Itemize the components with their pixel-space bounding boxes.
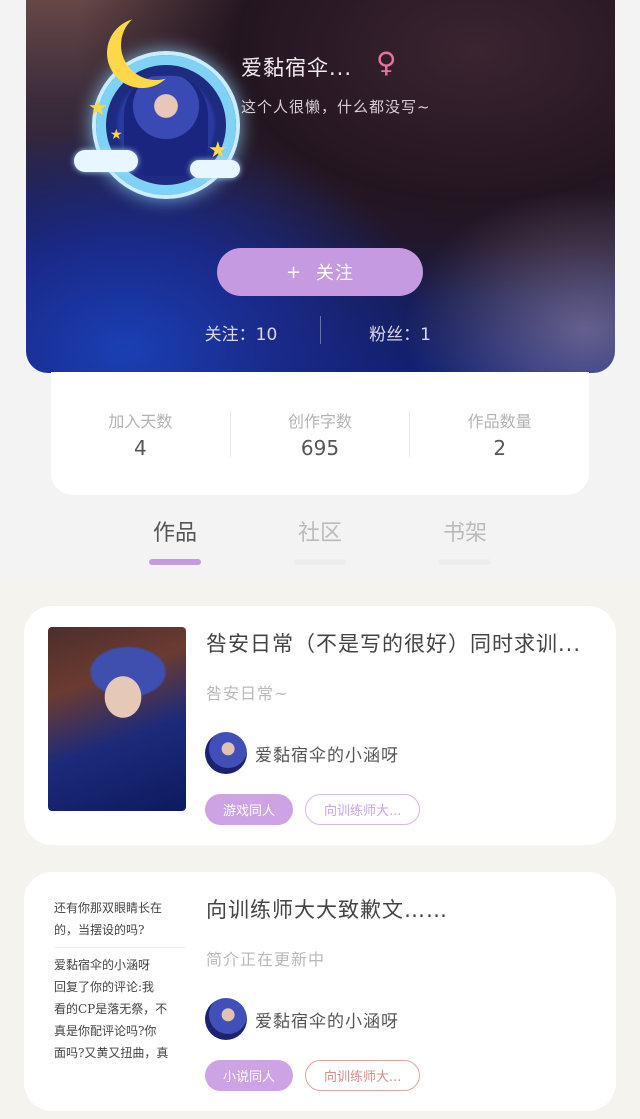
divider (54, 947, 186, 948)
plus-icon: + (285, 261, 303, 283)
following-count[interactable]: 关注：10 (186, 320, 296, 345)
moon-icon (121, 10, 191, 80)
work-author[interactable]: 爱黏宿伞的小涵呀 (205, 732, 399, 774)
stat-days: 加入天数 4 (51, 408, 230, 460)
cover-text-line: 还有你那双眼睛长在 (54, 901, 163, 915)
work-cover[interactable] (48, 627, 186, 811)
cover-text-line: 看的CP是落无祭，不 (54, 1002, 168, 1016)
cover-text-line: 回复了你的评论:我 (54, 980, 155, 994)
profile-header: ★ ★ ★ 爱黏宿伞... ♀ 这个人很懒，什么都没写~ + 关注 关注：10 … (26, 0, 615, 373)
tab-indicator (149, 559, 201, 565)
tag[interactable]: 小说同人 (205, 1060, 294, 1091)
cover-text-line: 的，当摆设的吗? (54, 923, 145, 937)
tab-label: 作品 (152, 521, 197, 546)
stat-works: 作品数量 2 (410, 408, 589, 460)
tab-indicator (439, 559, 491, 565)
work-tags: 小说同人 向训练师大... (205, 1060, 421, 1091)
author-name: 爱黏宿伞的小涵呀 (255, 745, 399, 766)
cover-text-line: 面吗?又黄又扭曲，真 (54, 1046, 169, 1060)
star-icon: ★ (208, 138, 228, 163)
work-title[interactable]: 咎安日常（不是写的很好）同时求训... (206, 628, 581, 658)
avatar[interactable]: ★ ★ ★ (66, 10, 246, 195)
cloud-icon (74, 150, 138, 172)
cloud-icon (190, 160, 240, 178)
stat-words: 创作字数 695 (231, 408, 410, 460)
stat-value: 695 (300, 435, 340, 460)
stat-label: 加入天数 (108, 411, 173, 431)
tab-indicator (294, 559, 346, 565)
work-tags: 游戏同人 向训练师大... (205, 794, 421, 825)
follow-stats: 关注：10 粉丝：1 (26, 316, 615, 345)
work-title[interactable]: 向训练师大大致歉文…… (206, 894, 448, 924)
work-description: 简介正在更新中 (206, 950, 326, 969)
bio: 这个人很懒，什么都没写~ (241, 98, 431, 116)
divider (320, 316, 321, 344)
cover-text-line: 真是你配评论吗?你 (54, 1024, 157, 1038)
work-description: 咎安日常~ (206, 684, 289, 703)
follow-label: 关注 (316, 263, 355, 284)
stat-value: 4 (133, 435, 147, 460)
tab-bar: 作品 社区 书架 (0, 515, 640, 565)
tab-bookshelf[interactable]: 书架 (439, 515, 491, 565)
follow-button[interactable]: + 关注 (217, 248, 423, 296)
tag[interactable]: 向训练师大... (305, 1060, 421, 1091)
username: 爱黏宿伞... (241, 56, 353, 80)
cover-image: 还有你那双眼睛长在 的，当摆设的吗? 爱黏宿伞的小涵呀 回复了你的评论:我 看的… (48, 893, 186, 1077)
female-icon: ♀ (376, 46, 397, 79)
stat-value: 2 (493, 435, 507, 460)
followers-count[interactable]: 粉丝：1 (345, 320, 455, 345)
cover-image (48, 627, 186, 811)
tag[interactable]: 游戏同人 (205, 794, 294, 825)
tab-label: 书架 (442, 521, 487, 546)
stat-label: 创作字数 (288, 411, 353, 431)
tab-works[interactable]: 作品 (149, 515, 201, 565)
author-name: 爱黏宿伞的小涵呀 (255, 1011, 399, 1032)
author-avatar (205, 998, 247, 1040)
cover-text-line: 爱黏宿伞的小涵呀 (54, 958, 151, 972)
author-avatar (205, 732, 247, 774)
stats-card: 加入天数 4 创作字数 695 作品数量 2 (51, 372, 589, 495)
stat-label: 作品数量 (467, 411, 532, 431)
star-icon: ★ (88, 96, 108, 121)
work-author[interactable]: 爱黏宿伞的小涵呀 (205, 998, 399, 1040)
tag[interactable]: 向训练师大... (305, 794, 421, 825)
work-card[interactable]: 咎安日常（不是写的很好）同时求训... 咎安日常~ 爱黏宿伞的小涵呀 游戏同人 … (24, 606, 616, 845)
tab-community[interactable]: 社区 (294, 515, 346, 565)
tab-label: 社区 (297, 521, 342, 546)
star-icon: ★ (110, 127, 123, 143)
work-card[interactable]: 还有你那双眼睛长在 的，当摆设的吗? 爱黏宿伞的小涵呀 回复了你的评论:我 看的… (24, 872, 616, 1111)
work-cover[interactable]: 还有你那双眼睛长在 的，当摆设的吗? 爱黏宿伞的小涵呀 回复了你的评论:我 看的… (48, 893, 186, 1077)
